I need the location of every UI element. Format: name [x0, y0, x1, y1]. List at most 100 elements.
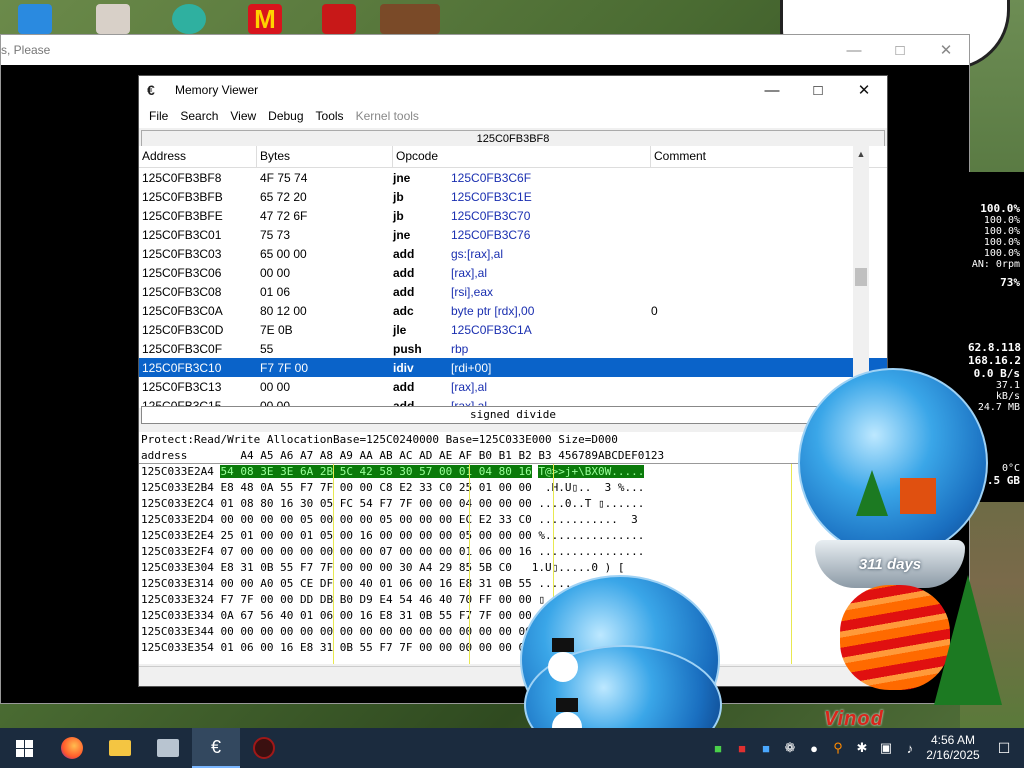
table-row[interactable]: 125C0FB3C0A 80 12 00 adc byte ptr [rdx],00 0	[139, 301, 887, 320]
hex-row[interactable]: 125C033E2C4 01 08 80 16 30 05 FC 54 F7 7…	[139, 496, 887, 512]
table-row[interactable]: 125C0FB3BFB 65 72 20 jb 125C0FB3C1E	[139, 187, 887, 206]
disassembler-view[interactable]: Address Bytes Opcode Comment 125C0FB3BF8…	[139, 146, 887, 408]
memory-viewer-titlebar: € Memory Viewer — □ ✕	[139, 76, 887, 104]
hex-row-bytes[interactable]: 07 00 00 00 00 00 00 00 07 00 00 00 01 0…	[220, 545, 531, 558]
tray-icon-paint[interactable]: ❁	[778, 740, 802, 756]
hex-row[interactable]: 125C033E324 F7 7F 00 00 DD DB B0 D9 E4 5…	[139, 592, 887, 608]
hex-row-address: 125C033E2F4	[141, 545, 214, 558]
tray-icon-drop[interactable]: ●	[802, 741, 826, 756]
hex-row-ascii[interactable]: 1.U▯.....0 ) [	[525, 561, 631, 574]
scroll-up-icon[interactable]: ▲	[853, 146, 869, 162]
network-icon[interactable]: ▣	[874, 740, 898, 756]
column-header-opcode[interactable]: Opcode	[393, 146, 651, 167]
bg-close-icon[interactable]: ✕	[923, 35, 969, 65]
table-row[interactable]: 125C0FB3C08 01 06 add [rsi],eax	[139, 282, 887, 301]
table-row[interactable]: 125C0FB3C0D 7E 0B jle 125C0FB3C1A	[139, 320, 887, 339]
hex-row-bytes[interactable]: 01 06 00 16 E8 31 0B 55 F7 7F 00 00 00 0…	[220, 641, 531, 654]
menu-tools[interactable]: Tools	[310, 109, 350, 123]
maximize-icon[interactable]: □	[795, 75, 841, 105]
menu-search[interactable]: Search	[174, 109, 224, 123]
app-icon-red[interactable]	[240, 728, 288, 768]
hex-row[interactable]: 125C033E334 0A 67 56 40 01 06 00 16 E8 3…	[139, 608, 887, 624]
firefox-icon[interactable]	[48, 728, 96, 768]
table-row[interactable]: 125C0FB3BFE 47 72 6F jb 125C0FB3C70	[139, 206, 887, 225]
notification-icon[interactable]: ☐	[984, 740, 1024, 757]
menu-debug[interactable]: Debug	[262, 109, 309, 123]
desktop-icon-document[interactable]	[96, 4, 130, 34]
hex-row-ascii[interactable]: ............ 3	[538, 513, 644, 526]
table-row[interactable]: 125C0FB3C10 F7 7F 00 idiv [rdi+00]	[139, 358, 887, 377]
menu-file[interactable]: File	[143, 109, 174, 123]
hex-column-separator	[791, 464, 792, 664]
clock[interactable]: 4:56 AM 2/16/2025	[922, 733, 984, 763]
bg-minimize-icon[interactable]: —	[831, 35, 877, 65]
perf-line: 62.8.118	[968, 341, 1021, 354]
hex-row-bytes[interactable]: E8 48 0A 55 F7 7F 00 00 C8 E2 33 C0 25 0…	[220, 481, 531, 494]
hex-row[interactable]: 125C033E314 00 00 A0 05 CE DF 00 40 01 0…	[139, 576, 887, 592]
hex-row[interactable]: 125C033E2A4 54 08 3E 3E 6A 2B 5C 42 58 3…	[139, 464, 887, 480]
tray-icon-blue[interactable]: ■	[754, 741, 778, 756]
hex-column-header: address A4 A5 A6 A7 A8 A9 AA AB AC AD AE…	[139, 448, 887, 464]
app-icon[interactable]	[144, 728, 192, 768]
search-icon[interactable]: ⚲	[826, 740, 850, 756]
row-mnemonic: push	[393, 341, 422, 356]
disassembler-scrollbar[interactable]: ▲ ▼	[853, 146, 869, 408]
desktop-icon-character[interactable]	[172, 4, 206, 34]
table-row[interactable]: 125C0FB3C06 00 00 add [rax],al	[139, 263, 887, 282]
desktop-icon-reindeer[interactable]	[380, 4, 440, 34]
tray-icon-green[interactable]: ■	[706, 741, 730, 756]
hex-row[interactable]: 125C033E354 01 06 00 16 E8 31 0B 55 F7 7…	[139, 640, 887, 656]
table-row[interactable]: 125C0FB3C03 65 00 00 add gs:[rax],al	[139, 244, 887, 263]
tray-icon-red[interactable]: ■	[730, 741, 754, 756]
table-row[interactable]: 125C0FB3C0F 55 push rbp	[139, 339, 887, 358]
volume-icon[interactable]: ♪	[898, 741, 922, 756]
row-bytes: 75 73	[260, 227, 291, 242]
row-address: 125C0FB3C13	[142, 379, 222, 394]
file-explorer-icon[interactable]	[96, 728, 144, 768]
menu-view[interactable]: View	[224, 109, 262, 123]
column-header-bytes[interactable]: Bytes	[257, 146, 393, 167]
table-row[interactable]: 125C0FB3BF8 4F 75 74 jne 125C0FB3C6F	[139, 168, 887, 187]
hex-row-ascii[interactable]: ....0..T ▯......	[538, 497, 644, 510]
desktop-icon-santa[interactable]	[322, 4, 356, 34]
hex-row-bytes[interactable]: 0A 67 56 40 01 06 00 16 E8 31 0B 55 F7 7…	[220, 609, 531, 622]
hex-row-ascii[interactable]: T@>>j+\BX0W.....	[538, 465, 645, 478]
menu-kernel-tools[interactable]: Kernel tools	[350, 109, 425, 123]
hex-row-bytes[interactable]: 25 01 00 00 01 05 00 16 00 00 00 00 05 0…	[220, 529, 531, 542]
tray-icon-asterisk[interactable]: ✱	[850, 740, 874, 756]
cheat-engine-taskbar-icon[interactable]: €	[192, 728, 240, 768]
close-icon[interactable]: ✕	[841, 75, 887, 105]
column-header-address[interactable]: Address	[139, 146, 257, 167]
hex-view[interactable]: Protect:Read/Write AllocationBase=125C02…	[139, 432, 887, 664]
desktop-icon-mcdonalds[interactable]: M	[248, 4, 282, 34]
disassembler-rows: 125C0FB3BF8 4F 75 74 jne 125C0FB3C6F 125C0FB…	[139, 168, 887, 408]
row-bytes: 65 00 00	[260, 246, 307, 261]
table-row[interactable]: 125C0FB3C01 75 73 jne 125C0FB3C76	[139, 225, 887, 244]
hex-row[interactable]: 125C033E2F4 07 00 00 00 00 00 00 00 07 0…	[139, 544, 887, 560]
hex-row[interactable]: 125C033E304 E8 31 0B 55 F7 7F 00 00 00 3…	[139, 560, 887, 576]
table-row[interactable]: 125C0FB3C13 00 00 add [rax],al	[139, 377, 887, 396]
hex-row[interactable]: 125C033E2D4 00 00 00 00 05 00 00 00 05 0…	[139, 512, 887, 528]
hex-row-address: 125C033E304	[141, 561, 214, 574]
desktop-icon-monitor[interactable]	[18, 4, 52, 34]
hex-row-ascii[interactable]: ................	[538, 545, 644, 558]
snow-globe-decoration	[798, 368, 988, 558]
hex-row-bytes[interactable]: 01 08 80 16 30 05 FC 54 F7 7F 00 00 04 0…	[220, 497, 531, 510]
minimize-icon[interactable]: —	[749, 75, 795, 105]
bg-maximize-icon[interactable]: □	[877, 35, 923, 65]
hex-row[interactable]: 125C033E2E4 25 01 00 00 01 05 00 16 00 0…	[139, 528, 887, 544]
hex-row-bytes[interactable]: 00 00 A0 05 CE DF 00 40 01 06 00 16 E8 3…	[220, 577, 531, 590]
hex-row-bytes[interactable]: 54 08 3E 3E 6A 2B 5C 42 58 30 57 00 01 0…	[220, 465, 532, 478]
hex-row-bytes[interactable]: 00 00 00 00 00 00 00 00 00 00 00 00 00 0…	[220, 625, 531, 638]
hex-row-bytes[interactable]: E8 31 0B 55 F7 7F 00 00 00 30 A4 29 85 5…	[220, 561, 518, 574]
hex-row-ascii[interactable]: %...............	[538, 529, 644, 542]
scroll-thumb[interactable]	[855, 268, 867, 286]
christmas-tree-icon	[934, 575, 1002, 705]
hex-row-bytes[interactable]: 00 00 00 00 05 00 00 00 05 00 00 00 EC E…	[220, 513, 531, 526]
column-header-comment[interactable]: Comment	[651, 146, 855, 167]
hex-row-bytes[interactable]: F7 7F 00 00 DD DB B0 D9 E4 54 46 40 70 F…	[220, 593, 531, 606]
hex-row-ascii[interactable]: .H.U▯.. 3 %...	[538, 481, 644, 494]
hex-row[interactable]: 125C033E2B4 E8 48 0A 55 F7 7F 00 00 C8 E…	[139, 480, 887, 496]
start-button[interactable]	[0, 728, 48, 768]
hex-row[interactable]: 125C033E344 00 00 00 00 00 00 00 00 00 0…	[139, 624, 887, 640]
